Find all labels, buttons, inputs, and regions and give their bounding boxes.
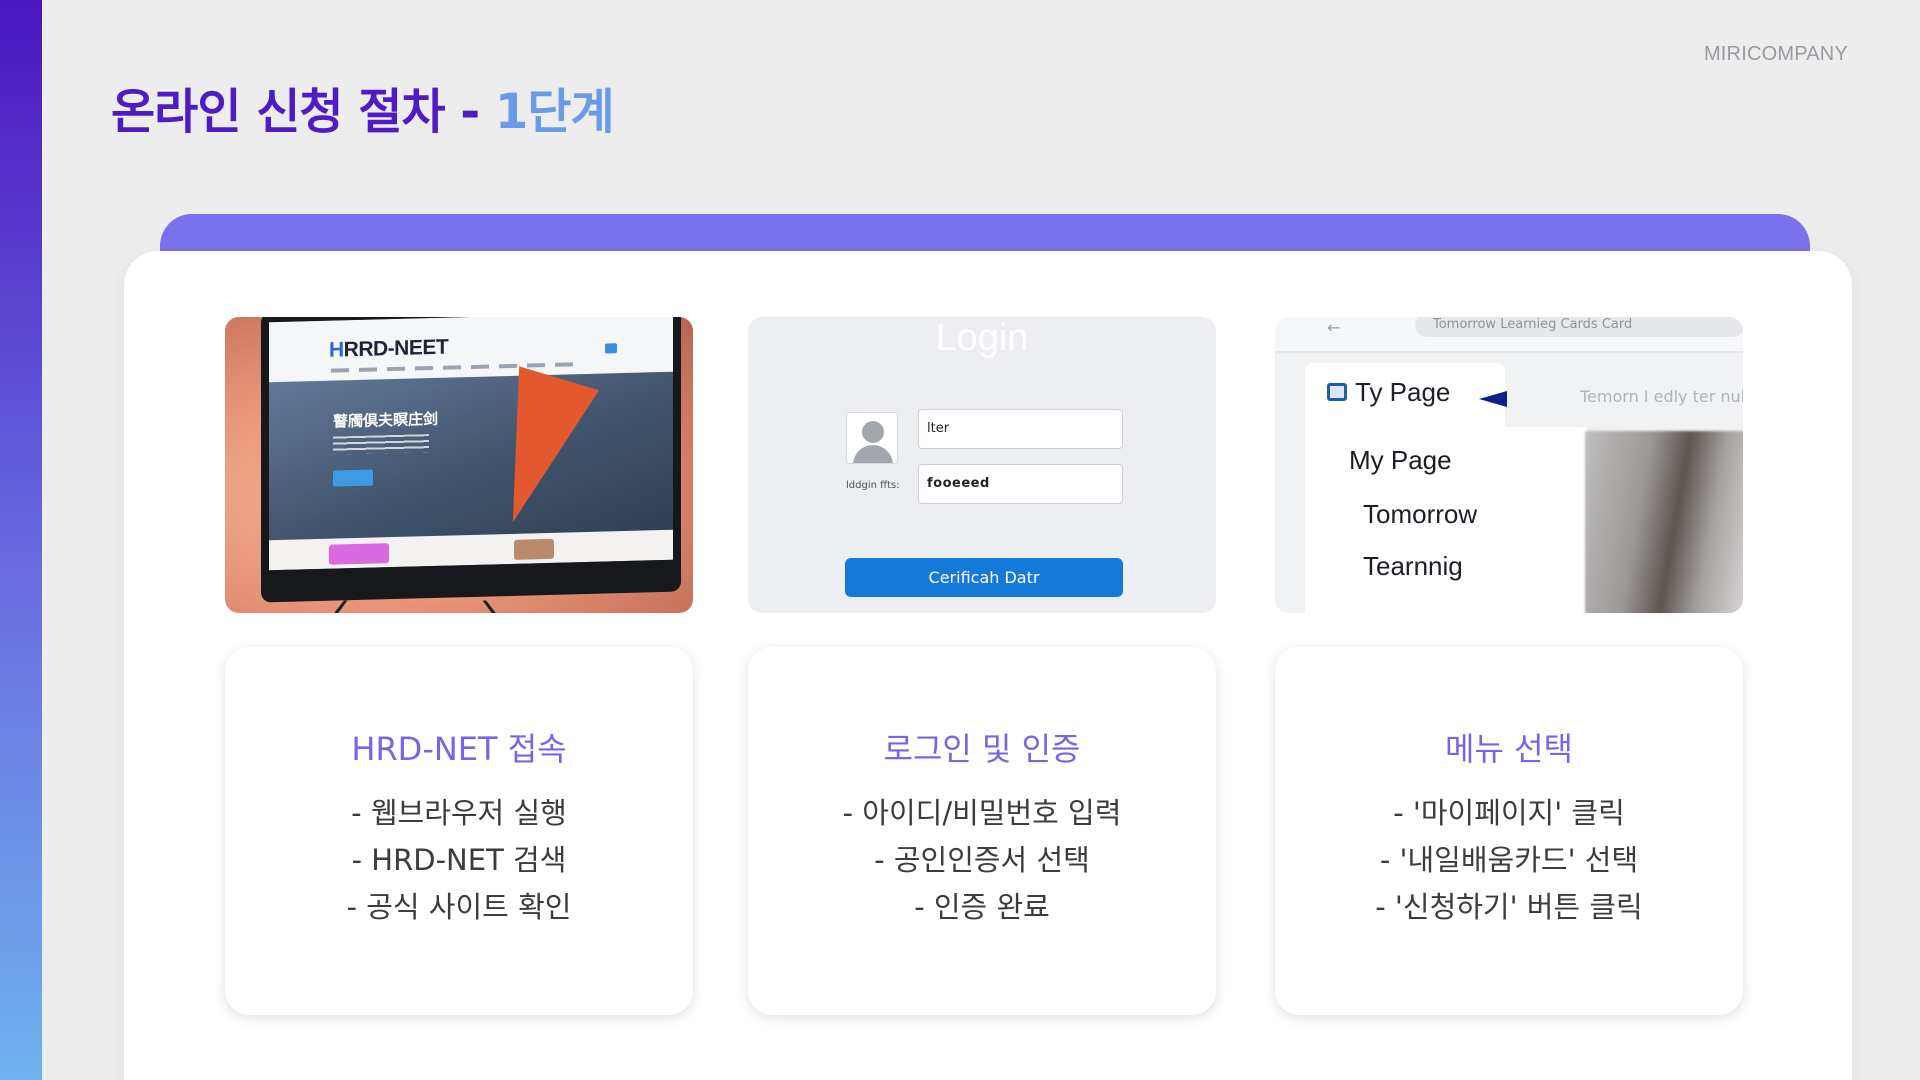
login-title: Login (935, 317, 1029, 359)
page-title: 온라인 신청 절차 - 1단계 (111, 80, 615, 144)
back-arrow-icon: ← (1327, 318, 1341, 337)
card-step-line: - 웹브라우저 실행 (351, 796, 567, 830)
site-hero-graphic (472, 366, 600, 535)
card-steps: - '마이페이지' 클릭 - '내일배움카드' 선택 - '신청하기' 버튼 클… (1275, 790, 1743, 931)
blurred-photo (1585, 431, 1743, 613)
card-step-line: - '내일배움카드' 선택 (1379, 843, 1639, 877)
username-field: lter (918, 409, 1123, 449)
card-step-line: - '마이페이지' 클릭 (1393, 796, 1625, 830)
monitor: HRRD-NEET 瞽斶倶夫瞑庄剑 (261, 317, 681, 603)
site-hero-button (333, 469, 373, 487)
address-bar: Tomorrow Learnieg Cards Card (1415, 317, 1743, 337)
site-thumbnail (329, 543, 389, 565)
side-accent-bar (0, 0, 42, 1080)
step-card-login: 로그인 및 인증 - 아이디/비밀번호 입력 - 공인인증서 선택 - 인증 완… (748, 647, 1216, 1015)
dropdown-menu: My Page Tomorrow Tearnnig (1305, 427, 1587, 613)
site-logo: HRRD-NEET (329, 336, 448, 363)
card-step-line: - 인증 완료 (914, 890, 1050, 924)
monitor-screen: HRRD-NEET 瞽斶倶夫瞑庄剑 (269, 317, 673, 571)
site-hero-headline: 瞽斶倶夫瞑庄剑 (333, 409, 439, 431)
card-step-line: - 아이디/비밀번호 입력 (842, 796, 1122, 830)
card-steps: - 웹브라우저 실행 - HRD-NET 검색 - 공식 사이트 확인 (225, 790, 693, 931)
faint-background-text: Temorn I edly ter nul (1580, 387, 1743, 406)
site-thumbnail (514, 538, 554, 560)
tab-divider (1275, 351, 1743, 353)
card-title: 로그인 및 인증 (883, 730, 1081, 768)
menu-item-my-page: My Page (1349, 445, 1452, 475)
avatar-head (862, 421, 884, 443)
site-footer-strip (269, 529, 673, 571)
menu-item-tomorrow: Tomorrow (1363, 499, 1478, 529)
page-icon (1327, 383, 1347, 401)
my-page-tab: Ty Page (1305, 363, 1505, 427)
card-title: 메뉴 선택 (1445, 730, 1573, 768)
card-step-line: - HRD-NET 검색 (351, 843, 567, 877)
card-title: HRD-NET 접속 (351, 730, 567, 768)
my-page-tab-label: Ty Page (1355, 377, 1451, 407)
password-field: fooeeed (918, 464, 1123, 504)
step-card-hrd-net: HRD-NET 접속 - 웹브라우저 실행 - HRD-NET 검색 - 공식 … (225, 647, 693, 1015)
page-title-main: 온라인 신청 절차 - (111, 84, 495, 140)
page-title-step: 1단계 (494, 84, 615, 140)
monitor-stand (323, 600, 507, 613)
pointer-arrow-icon (1479, 391, 1507, 407)
menu-item-learning: Tearnnig (1363, 551, 1463, 581)
password-label: lddgin ffts: (846, 480, 900, 491)
site-logo-initial: H (329, 338, 344, 362)
browser-toolbar: ← Tomorrow Learnieg Cards Card (1275, 317, 1743, 351)
hrd-net-screenshot: HRRD-NEET 瞽斶倶夫瞑庄剑 (225, 317, 693, 613)
site-search-button (605, 343, 617, 354)
brand-label: MIRICOMPANY (1703, 43, 1848, 65)
step-card-menu: 메뉴 선택 - '마이페이지' 클릭 - '내일배움카드' 선택 - '신청하기… (1275, 647, 1743, 1015)
site-hero-subtext (333, 434, 429, 455)
card-steps: - 아이디/비밀번호 입력 - 공인인증서 선택 - 인증 완료 (748, 790, 1216, 931)
user-avatar-icon (846, 412, 898, 464)
card-step-line: - 공인인증서 선택 (874, 843, 1090, 877)
avatar-body (853, 445, 893, 463)
card-step-line: - 공식 사이트 확인 (346, 890, 572, 924)
site-menu (331, 362, 581, 373)
menu-screenshot: ← Tomorrow Learnieg Cards Card Ty Page T… (1275, 317, 1743, 613)
certificate-login-button: Cerificah Datr (845, 558, 1123, 597)
card-step-line: - '신청하기' 버튼 클릭 (1375, 890, 1643, 924)
site-navbar: HRRD-NEET (269, 317, 673, 383)
login-screenshot: Login lter lddgin ffts: fooeeed Cerifica… (748, 317, 1216, 613)
site-logo-text: RRD-NEET (343, 335, 449, 362)
